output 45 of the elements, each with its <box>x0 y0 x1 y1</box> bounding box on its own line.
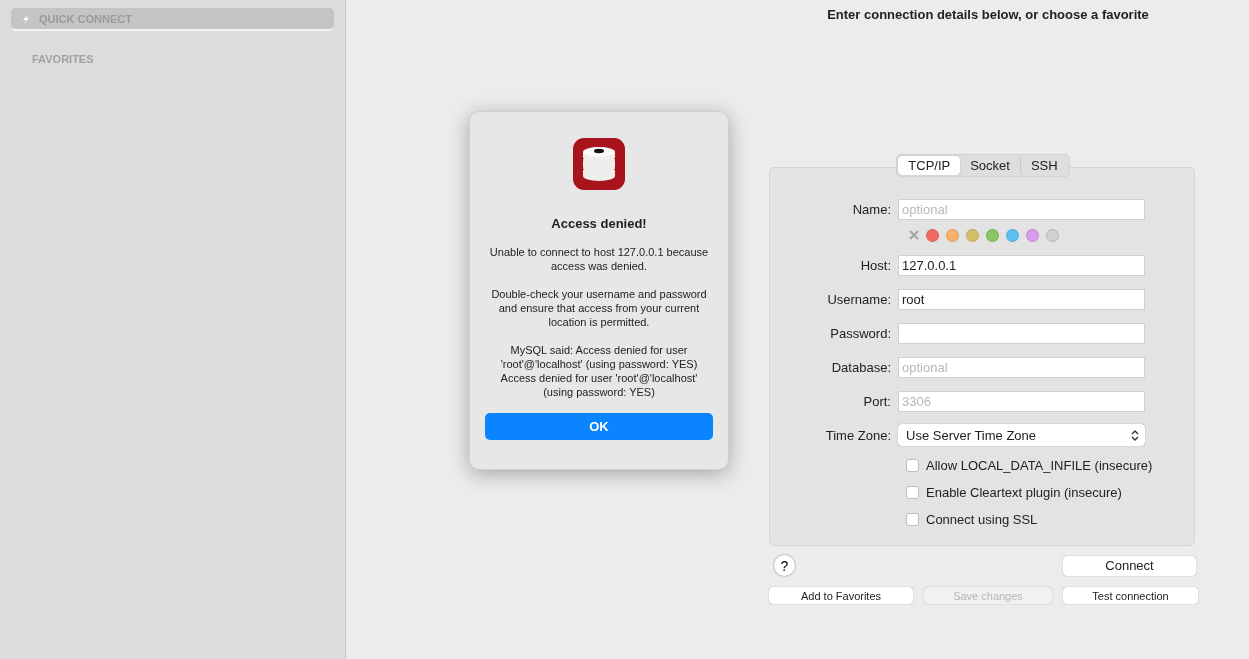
dialog-message: MySQL said: Access denied for user 'root'@'localhost' (using password: YES) Access denied for user 'root'@'localhost' (using password: YES) <box>499 343 699 399</box>
color-swatch[interactable] <box>966 228 979 242</box>
ok-button[interactable]: OK <box>485 413 713 440</box>
action-button[interactable]: Add to Favorites <box>769 587 913 604</box>
time-zone-select[interactable]: Use Server Time Zone <box>898 424 1145 446</box>
tab[interactable]: TCP/IP <box>898 156 961 175</box>
checkbox-label: Connect using SSL <box>926 512 1038 527</box>
checkbox[interactable] <box>906 513 919 526</box>
dialog-message: Double-check your username and password and ensure that access from your current location is permitted. <box>490 287 708 329</box>
checkbox[interactable] <box>906 459 919 472</box>
color-swatch[interactable] <box>1006 228 1019 242</box>
close-icon[interactable] <box>909 230 919 240</box>
field-label: Time Zone: <box>824 427 892 443</box>
field-label: Port: <box>862 393 892 409</box>
database-icon <box>573 138 625 190</box>
connect-button[interactable]: Connect <box>1063 555 1196 576</box>
field-label: Password: <box>829 325 892 341</box>
lightning-icon <box>21 13 31 24</box>
field-label: Host: <box>859 257 892 273</box>
checkbox-label: Enable Cleartext plugin (insecure) <box>926 485 1122 500</box>
color-swatch[interactable] <box>1026 228 1039 242</box>
checkbox-label: Allow LOCAL_DATA_INFILE (insecure) <box>926 458 1153 473</box>
input-field[interactable]: 3306 <box>898 390 1145 412</box>
section-header: FAVORITES <box>32 53 95 65</box>
heading: Enter connection details below, or choose a favorite <box>827 7 1149 22</box>
dialog-title: Access denied! <box>551 216 647 231</box>
input-field[interactable]: optional <box>898 356 1145 378</box>
tab[interactable]: SSH <box>1019 156 1068 175</box>
input-field[interactable]: optional <box>898 198 1145 220</box>
input-field[interactable] <box>898 322 1145 344</box>
field-label: Username: <box>826 291 892 307</box>
tab[interactable]: Socket <box>960 156 1020 175</box>
field-label: Database: <box>830 359 892 375</box>
input-field[interactable]: 127.0.0.1 <box>898 254 1145 276</box>
chevron-up-down-icon <box>1131 429 1139 441</box>
checkbox[interactable] <box>906 486 919 499</box>
dialog-message: Unable to connect to host 127.0.0.1 because access was denied. <box>488 245 710 273</box>
action-button[interactable]: Test connection <box>1063 587 1198 604</box>
color-swatch[interactable] <box>1046 228 1059 242</box>
color-swatch[interactable] <box>946 228 959 242</box>
help-button[interactable]: ? <box>774 555 795 576</box>
field-label: Name: <box>851 201 892 217</box>
color-swatch[interactable] <box>926 228 939 242</box>
color-swatch[interactable] <box>986 228 999 242</box>
input-field[interactable]: root <box>898 288 1145 310</box>
